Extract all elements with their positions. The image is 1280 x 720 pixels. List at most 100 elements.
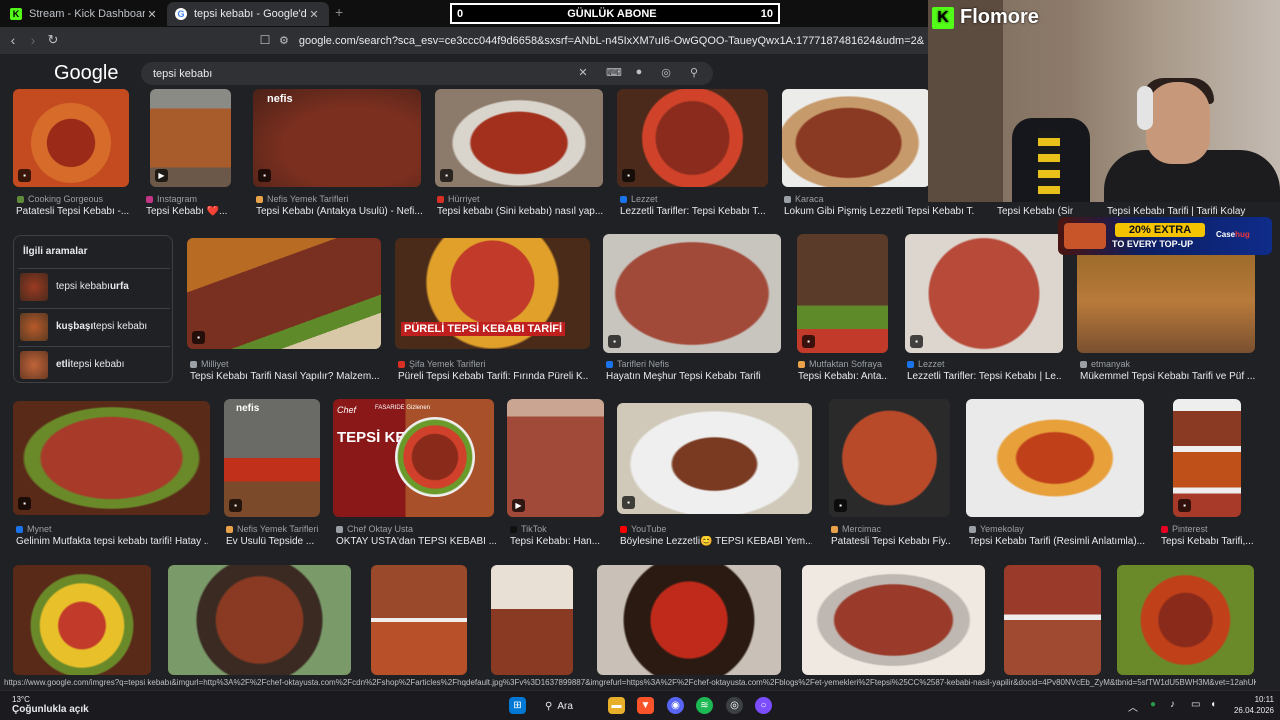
url-field[interactable]: ⚙ google.com/search?sca_esv=ce3ccc044f9d…	[279, 30, 924, 51]
reload-icon[interactable]: ↻	[45, 32, 61, 48]
taskbar-search-label: Ara	[557, 700, 573, 712]
tray-expand-icon[interactable]: ︿	[1128, 699, 1138, 714]
clock-time: 10:11	[1254, 695, 1274, 704]
brave-icon[interactable]: ▼	[637, 697, 654, 714]
result-image[interactable]	[1077, 250, 1255, 353]
back-icon[interactable]: ‹	[5, 32, 21, 48]
video-icon: ▶	[155, 169, 168, 182]
result-caption[interactable]: Tepsi Kebabı Tarifi (Resimli Anlatımla).…	[969, 536, 1145, 547]
result-image[interactable]	[371, 565, 467, 675]
result-image[interactable]	[1117, 565, 1254, 675]
google-logo[interactable]: Google	[54, 62, 119, 85]
webcam-overlay	[928, 0, 1280, 202]
result-image[interactable]	[1004, 565, 1101, 675]
favicon-icon	[620, 195, 627, 203]
result-caption[interactable]: Lezzetli Tarifler: Tepsi Kebabı T...	[620, 206, 770, 217]
new-tab-button[interactable]: +	[335, 4, 343, 20]
clock[interactable]: 10:11 26.04.2026	[1222, 694, 1274, 716]
result-image[interactable]: ▪	[617, 89, 768, 187]
result-caption[interactable]: Tepsi Kebabı ❤️...	[146, 206, 246, 217]
clear-icon[interactable]: ✕	[575, 66, 591, 79]
result-image[interactable]: ▪	[1173, 399, 1241, 517]
chrome-icon[interactable]: ◎	[726, 697, 743, 714]
favicon-icon	[831, 525, 838, 533]
result-image[interactable]: PÜRELİ TEPSİ KEBABI TARİFİ	[395, 238, 590, 349]
spotify-icon[interactable]: ≋	[696, 697, 713, 714]
monitor-icon[interactable]: ▭	[1191, 699, 1200, 710]
tab-kick-dashboard[interactable]: K Stream - Kick Dashboard ✕	[2, 2, 167, 26]
result-caption[interactable]: Tepsi Kebabı: Han...	[510, 536, 606, 547]
result-caption[interactable]: Tepsi Kebabı: Anta...	[798, 371, 888, 382]
result-image[interactable]: nefis ▪	[224, 399, 320, 517]
tray-app-icon[interactable]: ●	[1150, 699, 1156, 710]
result-image[interactable]: ▪	[187, 238, 381, 349]
file-explorer-icon[interactable]: ▬	[608, 697, 625, 714]
result-image[interactable]	[802, 565, 985, 675]
result-image[interactable]	[491, 565, 573, 675]
keyboard-icon[interactable]: ⌨	[606, 66, 622, 79]
result-image[interactable]: nefis ▪	[253, 89, 421, 187]
result-image[interactable]: ▪	[617, 403, 812, 514]
result-caption[interactable]: Patatesli Tepsi Kebabı Fiy...	[831, 536, 951, 547]
result-image[interactable]: ▪	[13, 89, 129, 187]
related-heading: İlgili aramalar	[23, 246, 88, 257]
result-caption[interactable]: Böylesine Lezzetli😊 TEPSİ KEBABI Yem...	[620, 536, 812, 547]
result-caption[interactable]: Hayatın Meşhur Tepsi Kebabı Tarifi	[606, 371, 782, 382]
tab-google-search[interactable]: G tepsi kebabı - Google'da Ara ✕	[167, 2, 329, 26]
result-image[interactable]: ▶	[150, 89, 231, 187]
windows-start-icon[interactable]: ⊞	[509, 697, 526, 714]
result-caption[interactable]: Patatesli Tepsi Kebabı -...	[16, 206, 134, 217]
result-image[interactable]	[168, 565, 351, 675]
result-image[interactable]: ▪	[603, 234, 781, 353]
favicon-icon	[510, 525, 517, 533]
bookmark-icon[interactable]: ☐	[257, 33, 273, 47]
result-image[interactable]: ▶	[507, 399, 604, 517]
result-caption[interactable]: Tepsi Kebabı Tarifi,...	[1161, 536, 1253, 547]
volume-icon[interactable]: ◖	[1210, 699, 1216, 710]
result-caption[interactable]: Tepsi Kebabı (Antakya Usulü) - Nefi...	[256, 206, 426, 217]
obs-icon[interactable]: ○	[755, 697, 772, 714]
result-caption[interactable]: Ev Usulü Tepside ...	[226, 536, 322, 547]
result-image[interactable]: ▪	[797, 234, 888, 353]
result-caption[interactable]: Lokum Gibi Pişmiş Lezzetli Tepsi Kebabı …	[784, 206, 974, 217]
result-source: TikTok	[510, 524, 605, 534]
weather-widget[interactable]: 13°C Çoğunlukla açık	[12, 695, 89, 715]
related-item-etli[interactable]: etli tepsi kebabı	[18, 346, 170, 382]
result-caption[interactable]: Tepsi kebabı (Sini kebabı) nasıl yap...	[437, 206, 607, 217]
taskbar-search[interactable]: ⚲ Ara	[545, 696, 573, 716]
result-image[interactable]	[966, 399, 1144, 517]
microphone-icon[interactable]: ♪	[1170, 699, 1175, 710]
promo-banner[interactable]: 20% EXTRA TO EVERY TOP-UP Casehug	[1058, 217, 1272, 255]
result-image[interactable]: ▪	[905, 234, 1063, 353]
result-image[interactable]: ▪	[13, 401, 210, 515]
related-thumbnail	[20, 350, 48, 379]
related-item-urfa[interactable]: tepsi kebabı urfa	[18, 268, 170, 304]
result-image[interactable]	[597, 565, 781, 675]
close-icon[interactable]: ✕	[145, 8, 159, 21]
result-source: Cooking Gorgeous	[17, 194, 135, 204]
result-caption[interactable]: Mükemmel Tepsi Kebabı Tarifi ve Püf ...	[1080, 371, 1255, 382]
search-query[interactable]: tepsi kebabı	[153, 68, 212, 80]
result-image[interactable]: ▪	[435, 89, 603, 187]
result-caption[interactable]: Tepsi Kebabı Tarifi | Tarifi Kolay	[1107, 206, 1267, 217]
result-caption[interactable]: OKTAY USTA'dan TEPSİ KEBABI ...	[336, 536, 496, 547]
discord-icon[interactable]: ◉	[667, 697, 684, 714]
result-caption[interactable]: Gelinim Mutfakta tepsi kebabı tarifi! Ha…	[16, 536, 208, 547]
result-image[interactable]: ▪	[829, 399, 950, 517]
microphone-icon[interactable]: ●	[631, 66, 647, 78]
close-icon[interactable]: ✕	[307, 8, 321, 21]
result-caption[interactable]: Tepsi Kebabı Tarifi Nasıl Yapılır? Malze…	[190, 371, 380, 382]
search-box[interactable]: tepsi kebabı ✕ ⌨ ● ◎ ⚲	[141, 62, 713, 85]
result-caption[interactable]: Püreli Tepsi Kebabı Tarifi: Fırında Püre…	[398, 371, 588, 382]
result-image[interactable]	[782, 89, 930, 187]
search-icon[interactable]: ⚲	[686, 66, 702, 79]
result-image[interactable]	[13, 565, 151, 675]
lens-icon[interactable]: ◎	[658, 66, 674, 79]
result-caption[interactable]: Tepsi Kebabı (Sini	[997, 206, 1073, 217]
result-caption[interactable]: Lezzetli Tarifler: Tepsi Kebabı | Le...	[907, 371, 1062, 382]
result-image[interactable]: Chef FASARIDE Gizlenen TEPSİ KEBABI	[333, 399, 494, 517]
related-item-kusbasi[interactable]: kuşbaşı tepsi kebabı	[18, 308, 170, 344]
chef-label: Chef	[337, 405, 357, 415]
forward-icon[interactable]: ›	[25, 32, 41, 48]
site-info-icon[interactable]: ⚙	[279, 34, 289, 47]
